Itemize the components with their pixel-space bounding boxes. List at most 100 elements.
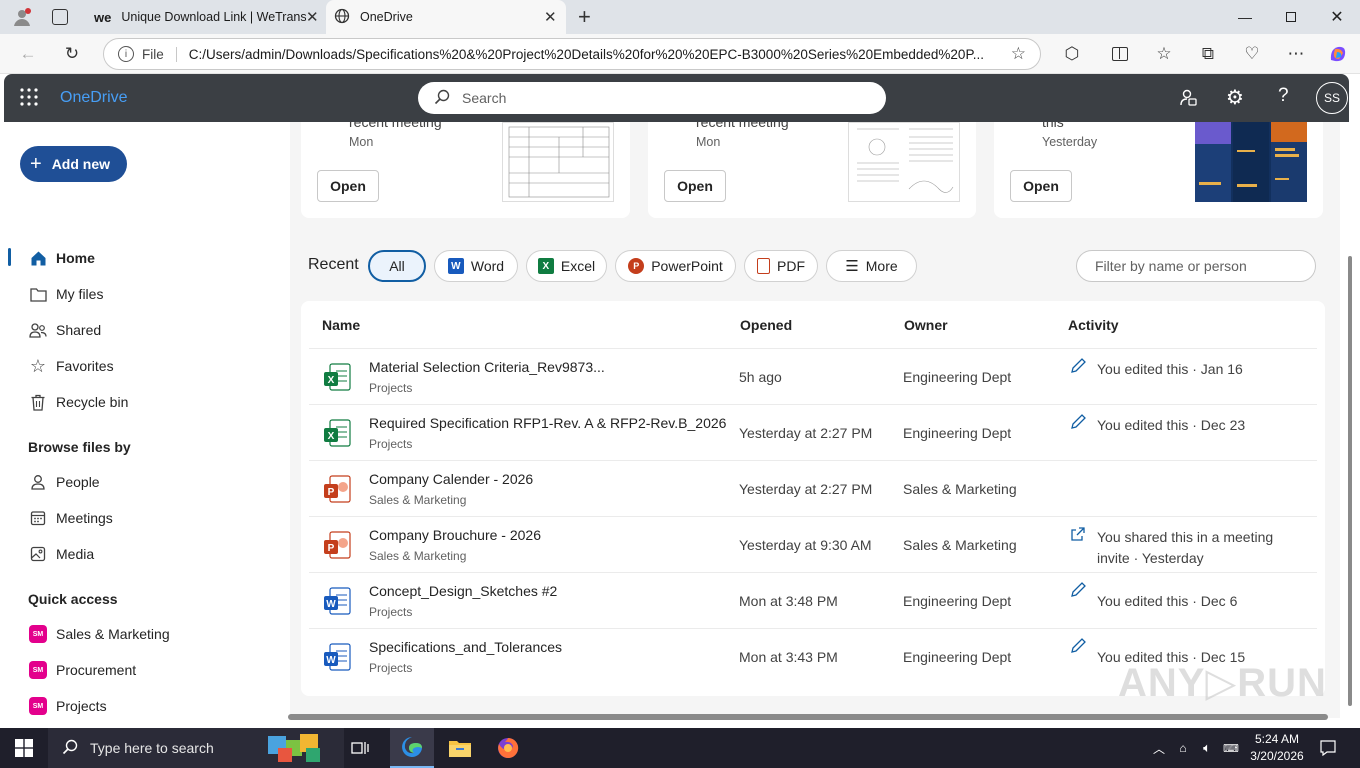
show-hidden-icons-icon[interactable]: ︿ [1150,728,1168,768]
sidebar-item-recycle-bin[interactable]: Recycle bin [28,390,128,414]
more-options-icon[interactable]: ⋯ [1280,38,1312,70]
open-button[interactable]: Open [317,170,379,202]
pencil-icon [1069,581,1087,602]
open-button[interactable]: Open [664,170,726,202]
settings-gear-icon[interactable]: ⚙ [1226,85,1244,110]
suggested-file-card[interactable]: recent meeting Mon Open [648,122,976,218]
file-thumbnail [848,122,960,202]
taskbar-clock[interactable]: 5:24 AM 3/20/2026 [1244,731,1310,765]
quick-access-sales-marketing[interactable]: SM Sales & Marketing [28,622,170,646]
table-row[interactable]: X Required Specification RFP1-Rev. A & R… [309,404,1317,460]
sidebar-item-favorites[interactable]: ☆ Favorites [28,354,114,378]
start-button[interactable] [0,728,48,768]
sidebar-item-meetings[interactable]: Meetings [28,506,113,530]
word-file-icon: W [323,587,351,618]
volume-icon[interactable]: 🔈︎ [1198,728,1216,768]
person-icon [28,474,48,490]
notifications-icon[interactable] [1314,728,1342,768]
app-launcher-icon[interactable] [20,88,38,106]
table-row[interactable]: X Material Selection Criteria_Rev9873...… [309,348,1317,404]
file-name[interactable]: Concept_Design_Sketches #2 [369,583,557,599]
filter-excel[interactable]: X Excel [526,250,607,282]
edge-taskbar-icon[interactable] [390,728,434,768]
close-tab-icon[interactable]: ✕ [306,8,319,26]
taskbar-search-box[interactable]: Type here to search [48,728,344,768]
network-icon[interactable]: ⌂ [1174,728,1192,768]
column-header-owner[interactable]: Owner [904,317,948,333]
avatar[interactable]: SS [1316,82,1348,114]
suggested-file-card[interactable]: this Yesterday Open [994,122,1323,218]
file-name[interactable]: Company Calender - 2026 [369,471,533,487]
collections-icon[interactable]: ⧉ [1192,38,1224,70]
file-name[interactable]: Specifications_and_Tolerances [369,639,562,655]
table-row[interactable]: P Company Calender - 2026 Sales & Market… [309,460,1317,516]
file-thumbnail [502,122,614,202]
search-box[interactable]: Search [418,82,886,114]
file-name[interactable]: Required Specification RFP1-Rev. A & RFP… [369,415,726,431]
copilot-icon[interactable] [1322,38,1354,70]
windows-taskbar: Type here to search ︿ ⌂ 🔈︎ ⌨ 5:24 AM 3/2… [0,728,1360,768]
file-owner: Sales & Marketing [903,537,1017,553]
svg-text:X: X [328,431,335,442]
file-location: Projects [369,437,413,451]
file-name[interactable]: Company Brouchure - 2026 [369,527,541,543]
favorites-icon[interactable]: ☆ [1148,38,1180,70]
sidebar-item-media[interactable]: Media [28,542,94,566]
quick-access-projects[interactable]: SM Projects [28,694,107,718]
file-activity: You edited this · Dec 6 [1097,593,1238,609]
tab-actions-icon[interactable] [52,9,68,25]
filter-pdf[interactable]: PDF [744,250,818,282]
browser-essentials-icon[interactable]: ♡ [1236,38,1268,70]
extensions-icon[interactable]: ⬡ [1056,38,1088,70]
info-icon[interactable]: i [118,46,134,62]
file-activity: You edited this · Jan 16 [1097,361,1243,377]
search-highlight-icon[interactable] [266,732,326,767]
help-icon[interactable]: ? [1278,85,1289,107]
tab-onedrive[interactable]: OneDrive ✕ [326,0,566,34]
address-bar[interactable]: i File C:/Users/admin/Downloads/Specific… [103,38,1041,70]
vertical-scrollbar[interactable] [1348,256,1352,706]
task-view-icon[interactable] [344,728,376,768]
profile-icon[interactable] [12,7,32,27]
file-explorer-taskbar-icon[interactable] [438,728,482,768]
address-url[interactable]: C:/Users/admin/Downloads/Specifications%… [189,47,989,62]
suggested-file-card[interactable]: recent meeting Mon Open [301,122,630,218]
app-title[interactable]: OneDrive [60,89,128,107]
filter-powerpoint[interactable]: P PowerPoint [615,250,736,282]
new-tab-button[interactable]: + [578,4,591,30]
open-button[interactable]: Open [1010,170,1072,202]
close-window-button[interactable]: ✕ [1314,0,1360,34]
favorite-star-icon[interactable]: ☆ [1011,44,1026,64]
filter-word[interactable]: W Word [434,250,518,282]
column-header-activity[interactable]: Activity [1068,317,1119,333]
filter-all[interactable]: All [368,250,426,282]
minimize-button[interactable]: — [1222,0,1268,34]
close-tab-icon[interactable]: ✕ [544,8,557,26]
column-header-opened[interactable]: Opened [740,317,792,333]
search-icon [62,739,78,758]
tab-wetransfer[interactable]: we Unique Download Link | WeTransf ✕ [88,0,326,34]
sidebar-item-people[interactable]: People [28,470,100,494]
meet-now-icon[interactable] [1178,87,1198,112]
sidebar-item-my-files[interactable]: My files [28,282,103,306]
quick-access-procurement[interactable]: SM Procurement [28,658,136,682]
horizontal-scrollbar[interactable] [288,714,1328,720]
pdf-icon [757,258,770,274]
back-button[interactable]: ← [12,38,44,70]
filter-more[interactable]: ☰ More [826,250,917,282]
table-row[interactable]: W Concept_Design_Sketches #2 Projects Mo… [309,572,1317,628]
language-icon[interactable]: ⌨ [1222,728,1240,768]
table-row[interactable]: P Company Brouchure - 2026 Sales & Marke… [309,516,1317,572]
file-name[interactable]: Material Selection Criteria_Rev9873... [369,359,605,375]
firefox-taskbar-icon[interactable] [486,728,530,768]
excel-file-icon: X [323,419,351,450]
sidebar-item-shared[interactable]: Shared [28,318,101,342]
add-new-button[interactable]: + Add new [20,146,127,182]
refresh-button[interactable]: ↻ [56,38,88,70]
sidebar-item-home[interactable]: Home [28,246,95,270]
split-screen-icon[interactable] [1104,38,1136,70]
search-icon [434,89,450,108]
filter-by-name-input[interactable]: Filter by name or person [1076,250,1316,282]
column-header-name[interactable]: Name [322,317,360,333]
restore-button[interactable] [1268,0,1314,34]
